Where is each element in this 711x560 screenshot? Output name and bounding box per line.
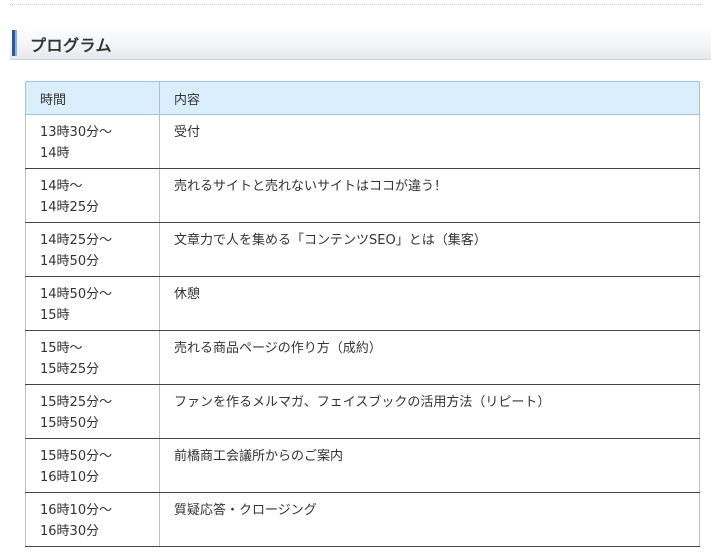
time-cell: 16時10分～ 16時30分 xyxy=(25,492,160,547)
time-end: 14時25分 xyxy=(40,200,100,215)
content-cell: 前橋商工会議所からのご案内 xyxy=(159,438,700,493)
content-cell: 売れる商品ページの作り方（成約） xyxy=(159,330,700,385)
table-row: 16時10分～ 16時30分 質疑応答・クロージング xyxy=(25,492,700,547)
content-cell: 受付 xyxy=(159,114,700,169)
time-cell: 15時25分～ 15時50分 xyxy=(25,384,160,439)
time-cell: 14時～ 14時25分 xyxy=(25,168,160,223)
table-row: 13時30分～ 14時 受付 xyxy=(25,114,700,169)
time-start: 14時25分～ xyxy=(40,233,113,248)
program-table: 時間 内容 13時30分～ 14時 受付 14時～ 14時25分 売れるサイトと… xyxy=(25,81,700,547)
content-cell: 文章力で人を集める「コンテンツSEO」とは（集客） xyxy=(159,222,700,277)
time-end: 14時 xyxy=(40,146,70,161)
time-start: 13時30分～ xyxy=(40,125,113,140)
time-end: 16時10分 xyxy=(40,470,100,485)
header-accent-bar xyxy=(12,30,17,56)
time-end: 15時25分 xyxy=(40,362,100,377)
table-row: 15時50分～ 16時10分 前橋商工会議所からのご案内 xyxy=(25,438,700,493)
time-end: 15時50分 xyxy=(40,416,100,431)
time-cell: 14時50分～ 15時 xyxy=(25,276,160,331)
table-row: 14時50分～ 15時 休憩 xyxy=(25,276,700,331)
time-start: 14時50分～ xyxy=(40,287,113,302)
time-start: 15時25分～ xyxy=(40,395,113,410)
time-end: 14時50分 xyxy=(40,254,100,269)
content-cell: 質疑応答・クロージング xyxy=(159,492,700,547)
table-header-row: 時間 内容 xyxy=(25,81,700,115)
table-row: 15時25分～ 15時50分 ファンを作るメルマガ、フェイスブックの活用方法（リ… xyxy=(25,384,700,439)
time-end: 15時 xyxy=(40,308,70,323)
time-start: 15時50分～ xyxy=(40,449,113,464)
time-cell: 14時25分～ 14時50分 xyxy=(25,222,160,277)
table-row: 14時～ 14時25分 売れるサイトと売れないサイトはココが違う！ xyxy=(25,168,700,223)
column-header-content: 内容 xyxy=(159,81,700,115)
time-start: 14時～ xyxy=(40,179,83,194)
table-row: 14時25分～ 14時50分 文章力で人を集める「コンテンツSEO」とは（集客） xyxy=(25,222,700,277)
time-cell: 15時50分～ 16時10分 xyxy=(25,438,160,493)
time-cell: 13時30分～ 14時 xyxy=(25,114,160,169)
time-end: 16時30分 xyxy=(40,524,100,539)
content-cell: 売れるサイトと売れないサイトはココが違う！ xyxy=(159,168,700,223)
top-divider xyxy=(10,4,701,5)
content-cell: 休憩 xyxy=(159,276,700,331)
section-title: プログラム xyxy=(30,36,113,55)
time-start: 15時～ xyxy=(40,341,83,356)
time-cell: 15時～ 15時25分 xyxy=(25,330,160,385)
time-start: 16時10分～ xyxy=(40,503,113,518)
section-header: プログラム xyxy=(10,26,711,60)
table-row: 15時～ 15時25分 売れる商品ページの作り方（成約） xyxy=(25,330,700,385)
content-cell: ファンを作るメルマガ、フェイスブックの活用方法（リピート） xyxy=(159,384,700,439)
column-header-time: 時間 xyxy=(25,81,160,115)
